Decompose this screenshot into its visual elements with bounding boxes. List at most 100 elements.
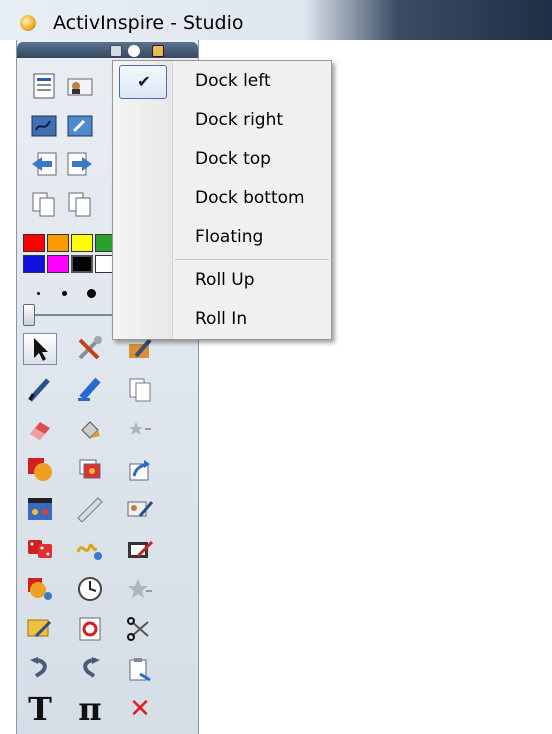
menu-separator	[175, 259, 329, 260]
reset-page-button[interactable]	[73, 613, 107, 645]
highlighter-button[interactable]	[73, 373, 107, 405]
clipboard-button[interactable]	[123, 653, 157, 685]
page-duplicate-button[interactable]	[63, 188, 97, 220]
menu-item-dock-right[interactable]: Dock right	[115, 102, 331, 138]
dice-button[interactable]	[23, 533, 57, 565]
activinspire-logo-icon	[20, 15, 36, 31]
shapes-button[interactable]	[23, 453, 57, 485]
pen-icon	[28, 378, 50, 402]
annotate-desktop-button[interactable]	[27, 110, 61, 142]
export-button[interactable]	[123, 453, 157, 485]
color-swatch-blue[interactable]	[23, 255, 45, 273]
menu-item-label: Dock right	[195, 110, 284, 130]
dock-context-menu: ✔ Dock left Dock right Dock top Dock bot…	[112, 60, 332, 340]
favourite-button[interactable]	[123, 413, 157, 445]
undo-button[interactable]	[23, 653, 57, 685]
page-browser-button[interactable]	[23, 613, 57, 645]
menu-item-roll-in[interactable]: Roll In	[115, 301, 331, 337]
page-copy-button[interactable]	[27, 188, 61, 220]
eraser-button[interactable]	[23, 413, 57, 445]
color-swatch-magenta[interactable]	[47, 255, 69, 273]
tools-crossed-icon	[78, 336, 102, 360]
shape-recognition-icon	[28, 578, 52, 600]
favourite-star-icon	[129, 422, 151, 435]
pen-width-slider[interactable]	[23, 304, 123, 326]
highlighter-icon	[78, 377, 101, 401]
menu-item-dock-top[interactable]: Dock top	[115, 141, 331, 177]
next-page-icon	[67, 152, 92, 176]
export-icon	[129, 460, 150, 481]
previous-page-icon	[32, 152, 57, 176]
maths-button[interactable]: π	[73, 693, 107, 725]
color-swatch-black[interactable]	[71, 255, 93, 273]
pen-size-large[interactable]	[87, 289, 96, 298]
edit-profiles-button[interactable]	[123, 493, 157, 525]
menu-item-floating[interactable]: Floating	[115, 219, 331, 255]
delete-button[interactable]: ✕	[123, 693, 157, 725]
page-button[interactable]	[123, 373, 157, 405]
previous-page-button[interactable]	[27, 148, 61, 180]
slider-thumb[interactable]	[23, 304, 35, 326]
menu-item-label: Roll Up	[195, 270, 255, 290]
clock-button[interactable]	[73, 573, 107, 605]
shape-recognition-button[interactable]	[23, 573, 57, 605]
favourite-2-button[interactable]	[123, 573, 157, 605]
title-bar: ActivInspire - Studio	[0, 0, 552, 40]
menu-item-roll-up[interactable]: Roll Up	[115, 262, 331, 298]
toolbox-header[interactable]	[17, 42, 198, 58]
text-button[interactable]: T	[23, 693, 57, 725]
page-icon	[129, 378, 151, 402]
menu-item-dock-left[interactable]: ✔ Dock left	[115, 63, 331, 99]
pages-button[interactable]	[73, 453, 107, 485]
clipboard-icon	[129, 658, 151, 682]
handwriting-recognition-icon	[76, 543, 102, 560]
page-editor-icon	[128, 540, 154, 558]
menu-item-label: Dock top	[195, 149, 271, 169]
color-swatch-red[interactable]	[23, 234, 45, 252]
handwriting-button[interactable]	[73, 533, 107, 565]
check-box: ✔	[119, 65, 167, 99]
redo-icon	[83, 657, 100, 678]
main-menu-icon	[33, 73, 55, 99]
menu-item-label: Roll In	[195, 309, 248, 329]
color-swatch-yellow[interactable]	[71, 234, 93, 252]
next-page-button[interactable]	[63, 148, 97, 180]
redo-button[interactable]	[73, 653, 107, 685]
profile-icon	[67, 78, 93, 96]
maths-pi-icon: π	[78, 690, 102, 728]
lock-icon[interactable]	[152, 45, 164, 57]
color-swatch-orange[interactable]	[47, 234, 69, 252]
eraser-icon	[30, 422, 50, 440]
media-button[interactable]	[23, 493, 57, 525]
menu-item-dock-bottom[interactable]: Dock bottom	[115, 180, 331, 216]
pen-size-small[interactable]	[37, 292, 40, 295]
menu-item-label: Dock bottom	[195, 188, 305, 208]
ruler-button[interactable]	[73, 493, 107, 525]
check-icon: ✔	[137, 72, 151, 91]
reset-page-icon	[79, 617, 101, 641]
profile-button[interactable]	[63, 70, 97, 102]
fill-button[interactable]	[73, 413, 107, 445]
media-icon	[28, 498, 52, 520]
page-editor-button[interactable]	[123, 533, 157, 565]
main-menu-button[interactable]	[27, 70, 61, 102]
undo-icon	[30, 657, 47, 678]
tools-button[interactable]	[73, 333, 107, 365]
pen-button[interactable]	[23, 373, 57, 405]
desktop-tools-icon	[67, 115, 93, 137]
select-button[interactable]	[23, 333, 57, 365]
shapes-icon	[28, 458, 52, 481]
toolbox-menu-icon[interactable]	[110, 45, 122, 57]
desktop-tools-button[interactable]	[63, 110, 97, 142]
cut-button[interactable]	[123, 613, 157, 645]
clock-icon	[78, 577, 102, 601]
text-icon: T	[28, 690, 52, 728]
pin-icon[interactable]	[128, 45, 140, 57]
page-duplicate-icon	[68, 192, 91, 217]
page-browser-icon	[27, 619, 52, 638]
delete-icon: ✕	[129, 694, 151, 724]
menu-item-label: Floating	[195, 227, 264, 247]
slider-track	[29, 314, 119, 316]
edit-profiles-icon	[127, 501, 154, 517]
pen-size-medium[interactable]	[62, 291, 67, 296]
